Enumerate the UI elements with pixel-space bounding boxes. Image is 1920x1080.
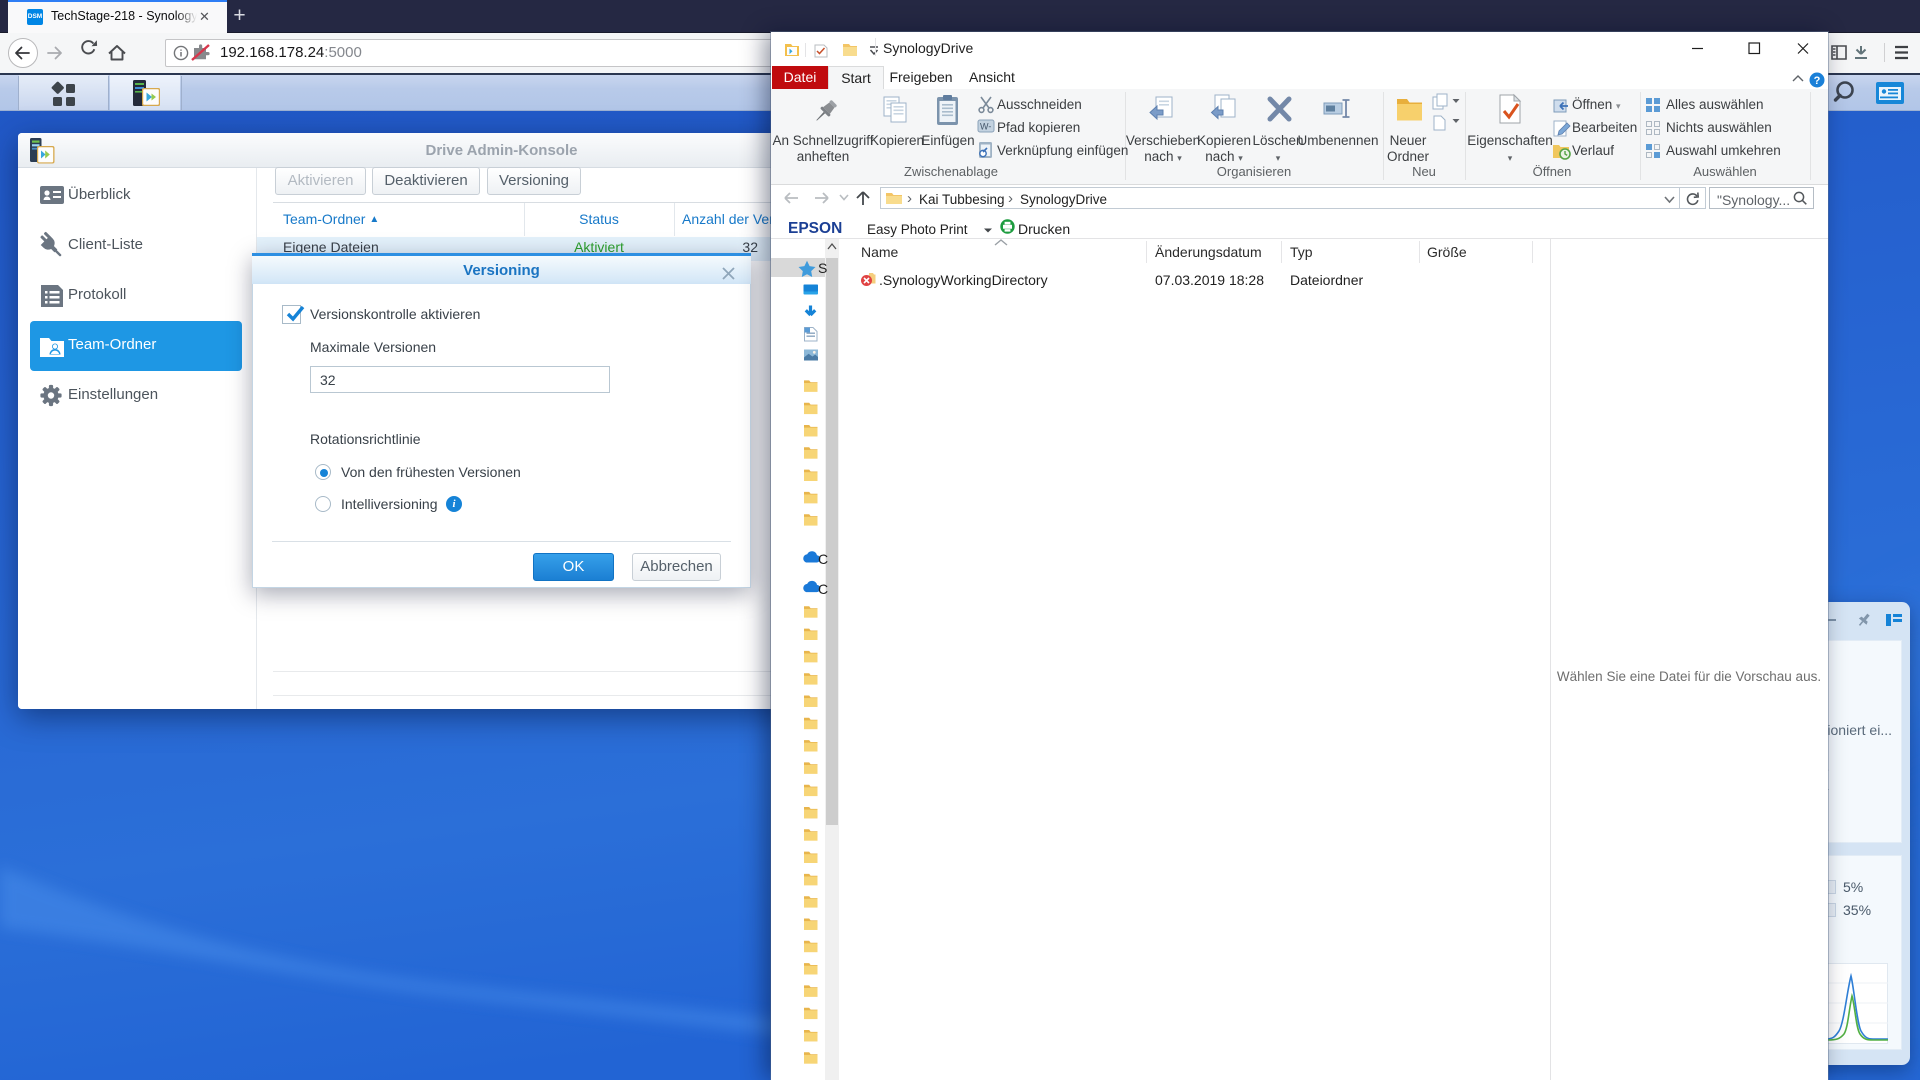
svg-text:W-: W-	[980, 122, 991, 132]
svg-text:?: ?	[1814, 75, 1821, 87]
